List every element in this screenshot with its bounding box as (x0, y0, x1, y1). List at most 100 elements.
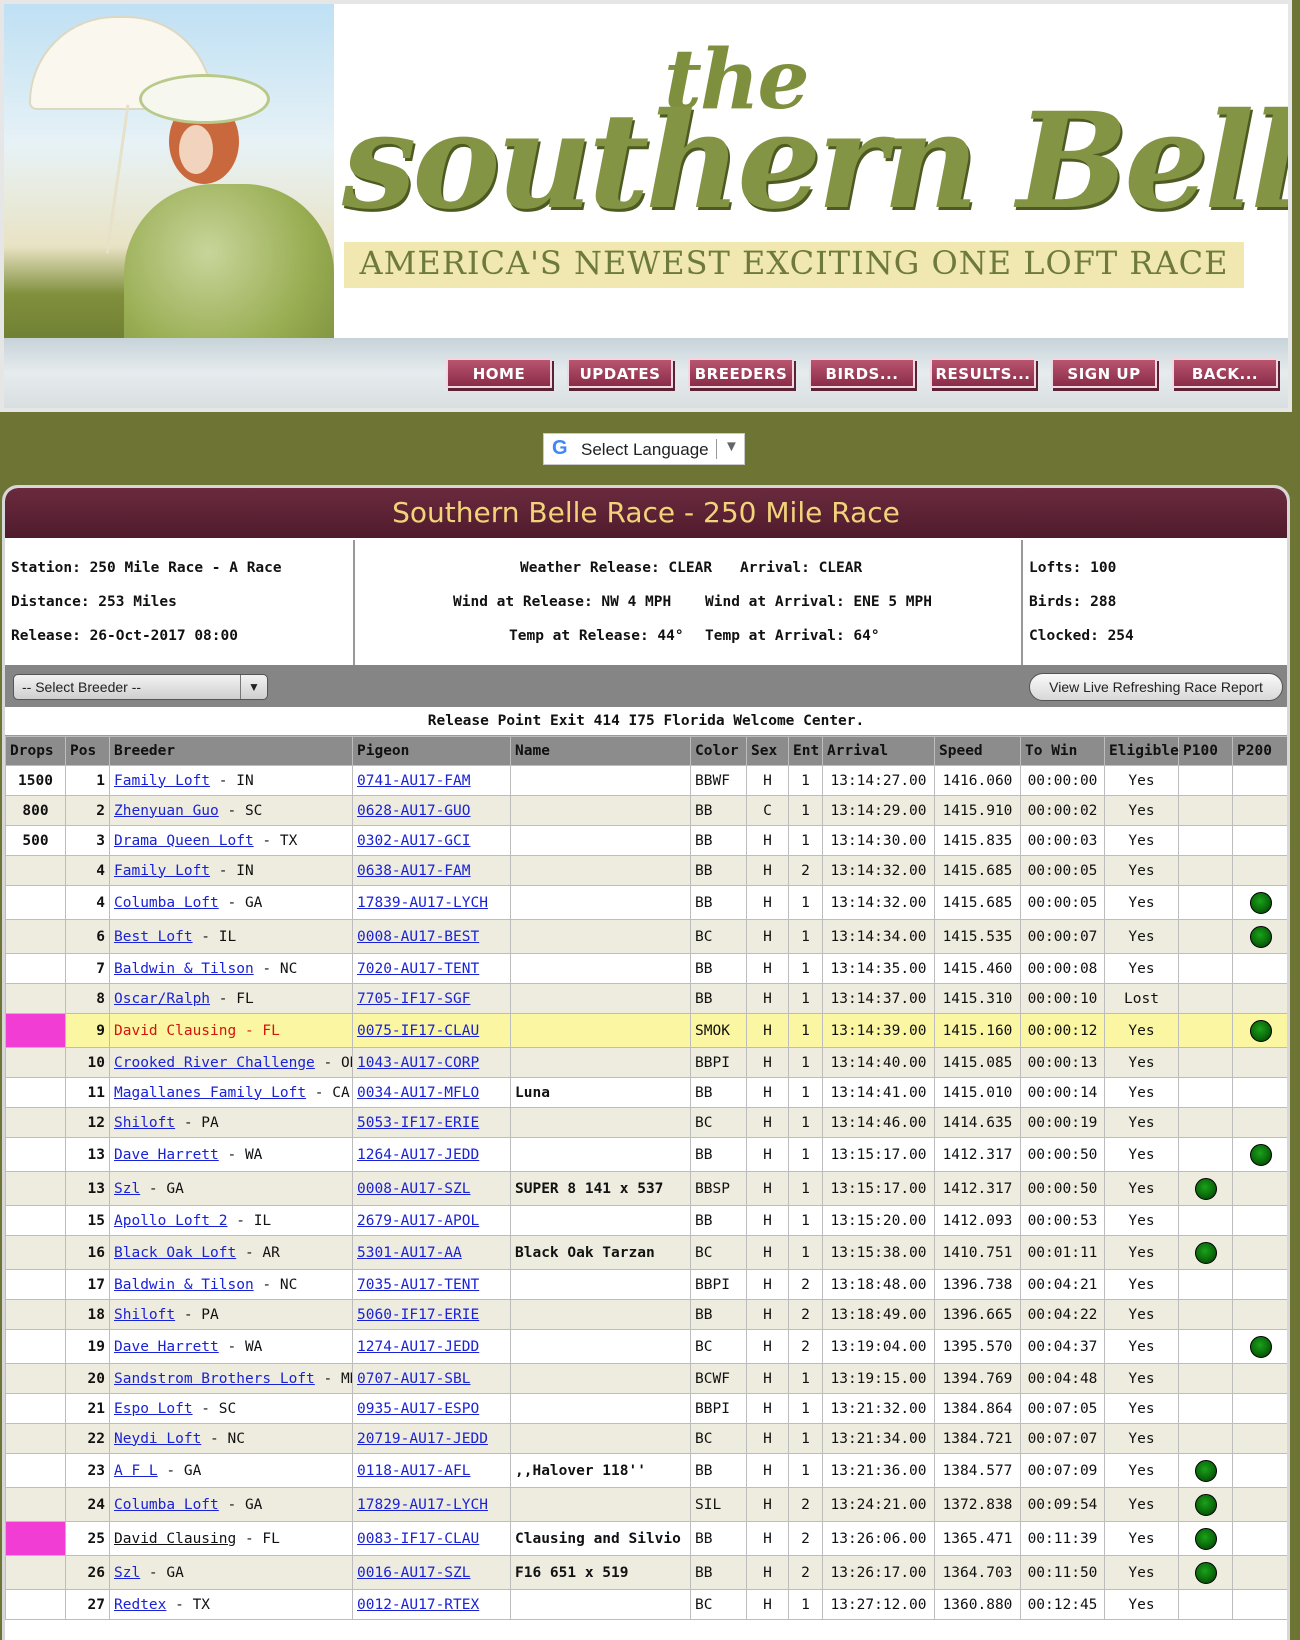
p200-cell (1232, 1453, 1287, 1488)
pigeon-link[interactable]: 0008-AU17-BEST (357, 929, 479, 945)
pigeon-link[interactable]: 0935-AU17-ESPO (357, 1401, 479, 1417)
pigeon-link[interactable]: 0075-IF17-CLAU (357, 1023, 479, 1039)
speed-cell: 1365.471 (934, 1521, 1021, 1556)
breeder-link[interactable]: Sandstrom Brothers Loft (114, 1371, 315, 1387)
breeder-link[interactable]: Espo Loft (114, 1401, 193, 1417)
column-header[interactable]: Sex (746, 736, 789, 766)
release-point-text: Release Point Exit 414 I75 Florida Welco… (5, 707, 1287, 736)
breeder-link[interactable]: Magallanes Family Loft (114, 1085, 306, 1101)
pigeon-link[interactable]: 0083-IF17-CLAU (357, 1531, 479, 1547)
p100-cell (1178, 795, 1233, 826)
pigeon-link[interactable]: 0638-AU17-FAM (357, 863, 471, 879)
language-select[interactable]: G Select Language ▼ (543, 433, 745, 465)
breeder-link[interactable]: Crooked River Challenge (114, 1055, 315, 1071)
pigeon-link[interactable]: 20719-AU17-JEDD (357, 1431, 488, 1447)
p100-cell (1178, 885, 1233, 920)
pos-cell: 17 (65, 1269, 110, 1300)
table-row: 12 Shiloft - PA 5053-IF17-ERIE BC H 1 13:14:46… (5, 1107, 1287, 1138)
pigeon-link[interactable]: 1264-AU17-JEDD (357, 1147, 479, 1163)
pigeon-link[interactable]: 0302-AU17-GCI (357, 833, 471, 849)
breeder-link[interactable]: Family Loft (114, 773, 210, 789)
column-header[interactable]: Drops (5, 736, 66, 766)
breeder-link[interactable]: Apollo Loft 2 (114, 1213, 228, 1229)
pigeon-link[interactable]: 5060-IF17-ERIE (357, 1307, 479, 1323)
towin-cell: 00:00:05 (1020, 855, 1105, 886)
nav-breeders-button[interactable]: BREEDERS (688, 358, 794, 388)
color-cell: BB (690, 1521, 747, 1556)
column-header[interactable]: Pigeon (352, 736, 511, 766)
breeder-link[interactable]: Neydi Loft (114, 1431, 201, 1447)
pigeon-link[interactable]: 7035-AU17-TENT (357, 1277, 479, 1293)
pos-cell: 20 (65, 1363, 110, 1394)
pigeon-link[interactable]: 1274-AU17-JEDD (357, 1339, 479, 1355)
pigeon-link[interactable]: 0628-AU17-GUO (357, 803, 471, 819)
breeder-link[interactable]: Oscar/Ralph (114, 991, 210, 1007)
column-header[interactable]: Breeder (109, 736, 353, 766)
pos-cell: 11 (65, 1077, 110, 1108)
nav-results-button[interactable]: RESULTS... (930, 358, 1036, 388)
pigeon-link[interactable]: 7705-IF17-SGF (357, 991, 471, 1007)
nav-home-button[interactable]: HOME (446, 358, 552, 388)
pigeon-link[interactable]: 0118-AU17-AFL (357, 1463, 471, 1479)
live-report-button[interactable]: View Live Refreshing Race Report (1029, 673, 1283, 701)
breeder-link[interactable]: Columba Loft (114, 1497, 219, 1513)
pigeon-link[interactable]: 7020-AU17-TENT (357, 961, 479, 977)
drops-cell (5, 1013, 66, 1048)
breeder-link[interactable]: Baldwin & Tilson (114, 1277, 254, 1293)
pigeon-link[interactable]: 5301-AU17-AA (357, 1245, 462, 1261)
ent-cell: 2 (788, 1269, 823, 1300)
breeder-link[interactable]: Dave Harrett (114, 1339, 219, 1355)
breeder-link[interactable]: Zhenyuan Guo (114, 803, 219, 819)
pos-cell: 24 (65, 1487, 110, 1522)
breeder-link[interactable]: Szl (114, 1181, 140, 1197)
column-header[interactable]: Arrival (822, 736, 935, 766)
p100-cell (1178, 1235, 1233, 1270)
color-cell: BB (690, 983, 747, 1014)
column-header[interactable]: Color (690, 736, 747, 766)
nav-updates-button[interactable]: UPDATES (567, 358, 673, 388)
column-header[interactable]: Eligible (1104, 736, 1179, 766)
pigeon-link[interactable]: 17839-AU17-LYCH (357, 895, 488, 911)
breeder-link[interactable]: A F L (114, 1463, 158, 1479)
breeder-link[interactable]: Black Oak Loft (114, 1245, 236, 1261)
column-header[interactable]: Ent (788, 736, 823, 766)
breeder-link[interactable]: Shiloft (114, 1307, 175, 1323)
pigeon-link[interactable]: 5053-IF17-ERIE (357, 1115, 479, 1131)
nav-birds-button[interactable]: BIRDS... (809, 358, 915, 388)
breeder-select[interactable]: -- Select Breeder -- ▼ (13, 674, 268, 700)
breeder-link[interactable]: Family Loft (114, 863, 210, 879)
breeder-name[interactable]: David Clausing (114, 1531, 236, 1547)
breeder-link[interactable]: Baldwin & Tilson (114, 961, 254, 977)
column-header[interactable]: P100 (1178, 736, 1233, 766)
pigeon-link[interactable]: 0741-AU17-FAM (357, 773, 471, 789)
site-tagline: AMERICA'S NEWEST EXCITING ONE LOFT RACE (359, 244, 1229, 282)
breeder-link[interactable]: David Clausing (114, 1023, 236, 1039)
nav-sign-up-button[interactable]: SIGN UP (1051, 358, 1157, 388)
column-header[interactable]: Speed (934, 736, 1021, 766)
breeder-link[interactable]: Redtex (114, 1597, 166, 1613)
name-cell (510, 1107, 691, 1138)
pigeon-link[interactable]: 0016-AU17-SZL (357, 1565, 471, 1581)
breeder-link[interactable]: Best Loft (114, 929, 193, 945)
pigeon-link[interactable]: 0034-AU17-MFLO (357, 1085, 479, 1101)
breeder-link[interactable]: Drama Queen Loft (114, 833, 254, 849)
breeder-cell: Columba Loft - GA (109, 1487, 353, 1522)
pigeon-link[interactable]: 2679-AU17-APOL (357, 1213, 479, 1229)
pigeon-link[interactable]: 1043-AU17-CORP (357, 1055, 479, 1071)
column-header[interactable]: Name (510, 736, 691, 766)
nav-back-button[interactable]: BACK... (1172, 358, 1278, 388)
breeder-link[interactable]: Columba Loft (114, 895, 219, 911)
column-header[interactable]: Pos (65, 736, 110, 766)
pigeon-link[interactable]: 0707-AU17-SBL (357, 1371, 471, 1387)
breeder-link[interactable]: Szl (114, 1565, 140, 1581)
pigeon-link[interactable]: 0012-AU17-RTEX (357, 1597, 479, 1613)
column-header[interactable]: P200 (1232, 736, 1287, 766)
breeder-cell: Szl - GA (109, 1171, 353, 1206)
eligible-cell: Yes (1104, 1423, 1179, 1454)
breeder-link[interactable]: Dave Harrett (114, 1147, 219, 1163)
breeder-link[interactable]: Shiloft (114, 1115, 175, 1131)
column-header[interactable]: To Win (1020, 736, 1105, 766)
pigeon-link[interactable]: 0008-AU17-SZL (357, 1181, 471, 1197)
drops-cell (5, 1077, 66, 1108)
pigeon-link[interactable]: 17829-AU17-LYCH (357, 1497, 488, 1513)
